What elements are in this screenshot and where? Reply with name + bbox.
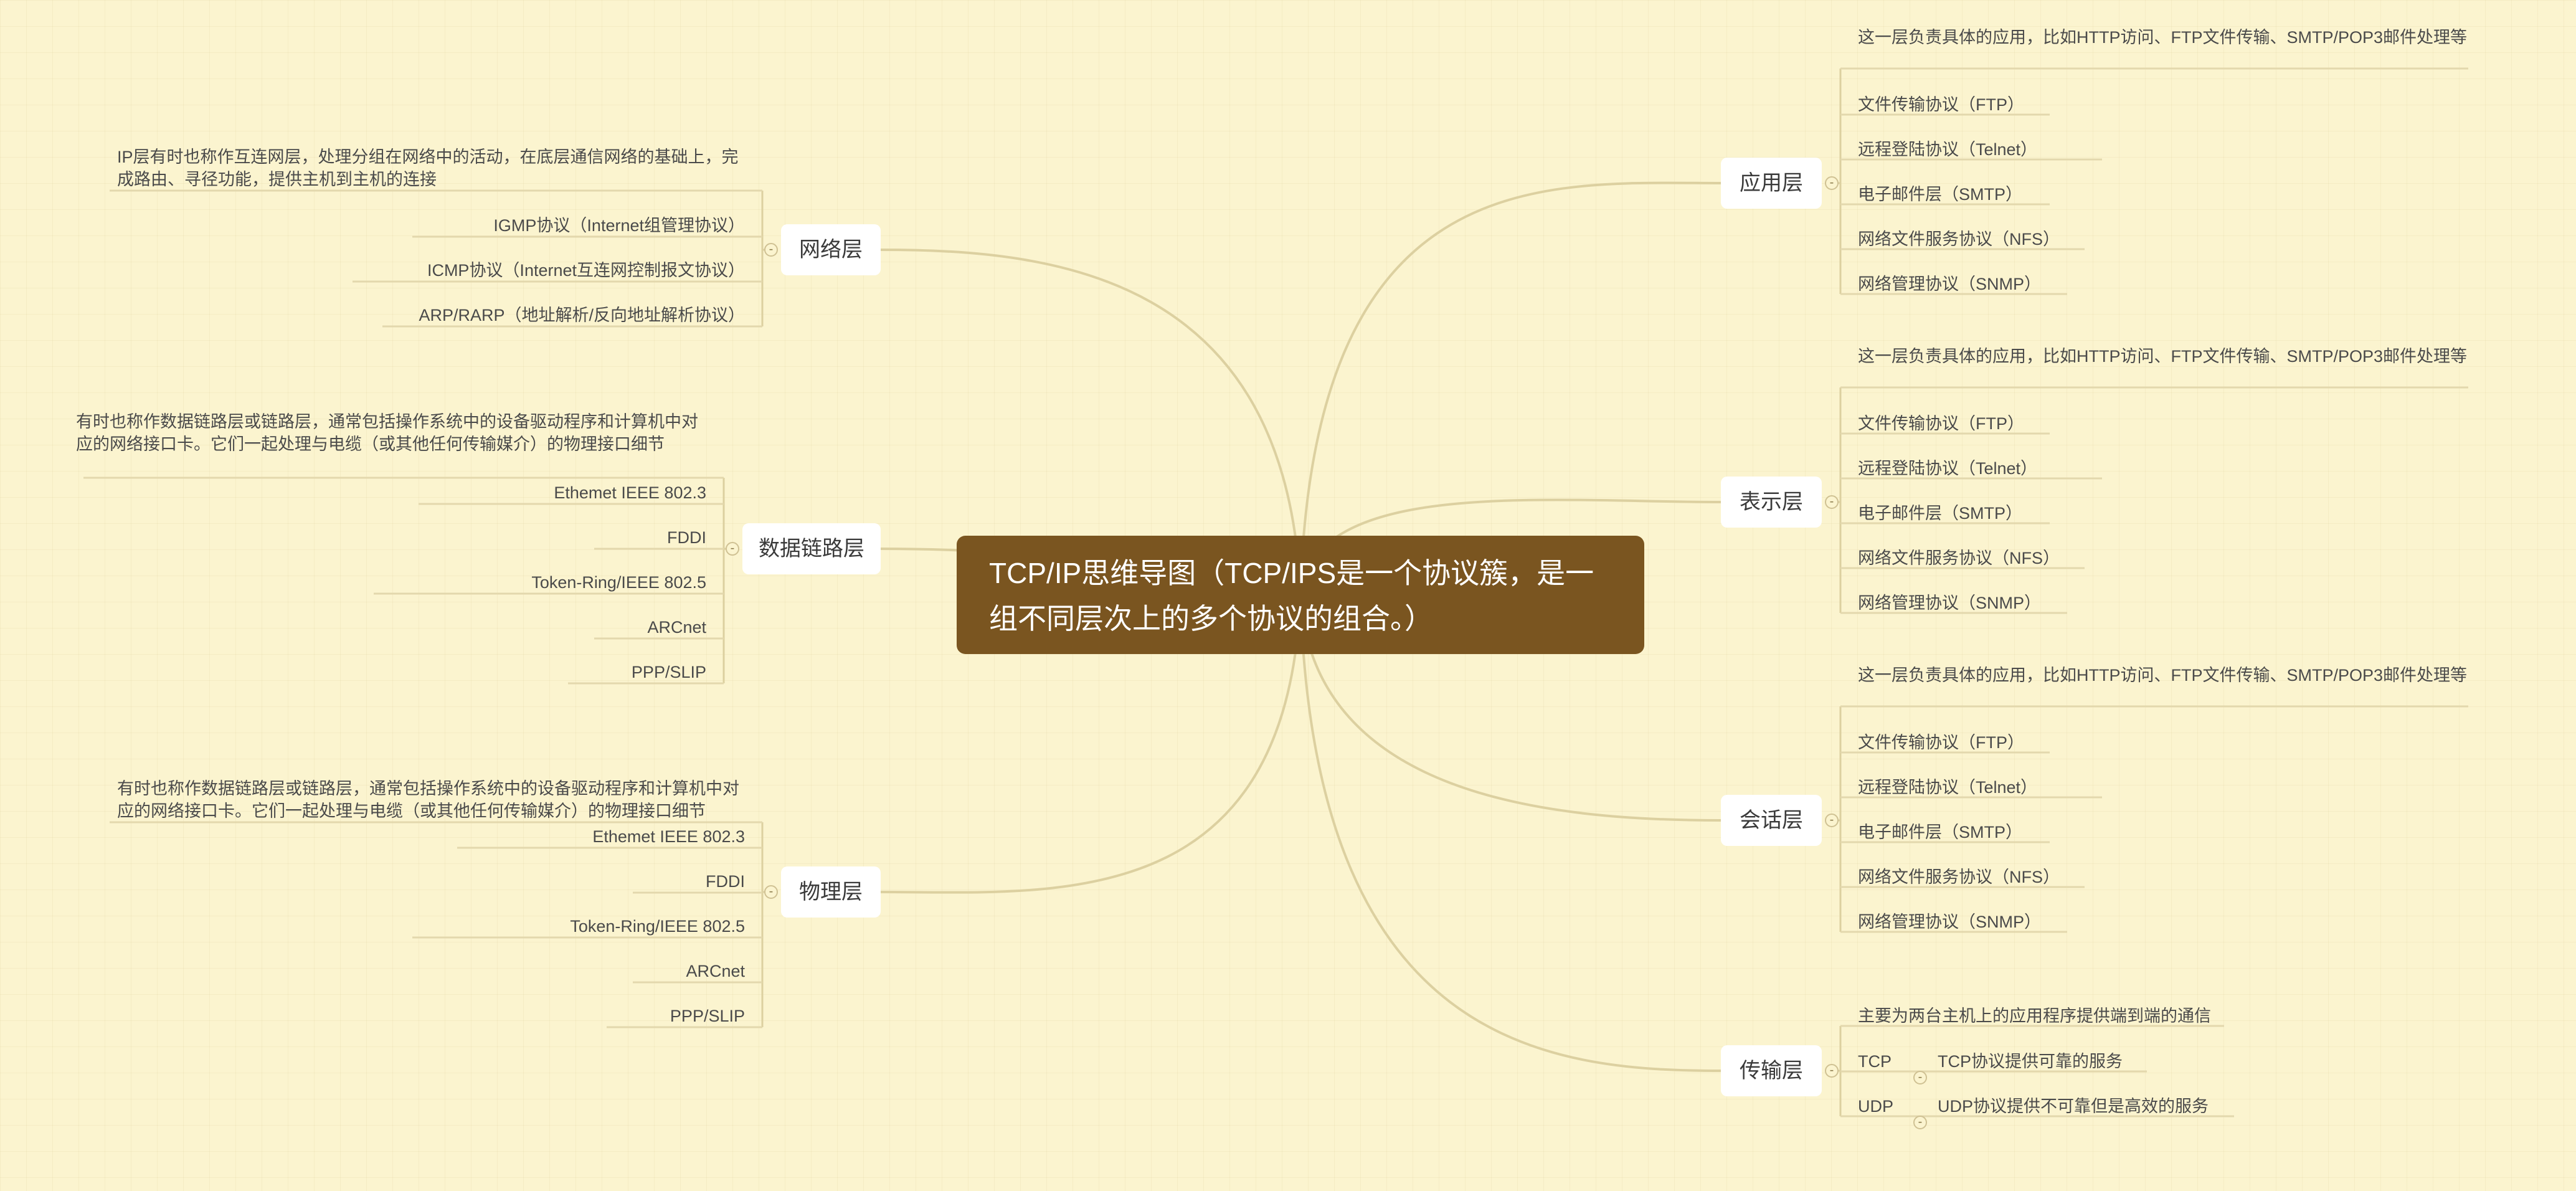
sub-leaf-item[interactable]: TCP协议提供可靠的服务 xyxy=(1938,1050,2123,1073)
collapse-toggle[interactable]: - xyxy=(1825,495,1839,509)
leaf-item[interactable]: 远程登陆协议（Telnet） xyxy=(1858,776,2102,799)
leaf-item[interactable]: 这一层负责具体的应用，比如HTTP访问、FTP文件传输、SMTP/POP3邮件处… xyxy=(1858,26,2474,49)
branch-connector xyxy=(1299,594,1721,1072)
leaf-item[interactable]: ARP/RARP（地址解析/反向地址解析协议） xyxy=(401,304,745,326)
leaf-item[interactable]: Token-Ring/IEEE 802.5 xyxy=(392,571,706,594)
collapse-toggle[interactable]: - xyxy=(1913,1071,1927,1084)
topic-1[interactable]: 应用层 xyxy=(1721,158,1822,209)
topic-left-1[interactable]: 网络层 xyxy=(781,224,881,275)
leaf-description[interactable]: IP层有时也称作互连网层，处理分组在网络中的活动，在底层通信网络的基础上，完成路… xyxy=(117,146,740,191)
leaf-item[interactable]: PPP/SLIP xyxy=(625,1005,745,1027)
leaf-item[interactable]: FDDI xyxy=(613,526,706,549)
topic-2[interactable]: 表示层 xyxy=(1721,477,1822,528)
leaf-item[interactable]: PPP/SLIP xyxy=(587,661,706,683)
leaf-item[interactable]: ICMP协议（Internet互连网控制报文协议） xyxy=(371,259,745,282)
leaf-item[interactable]: 这一层负责具体的应用，比如HTTP访问、FTP文件传输、SMTP/POP3邮件处… xyxy=(1858,345,2474,368)
branch-connector xyxy=(1299,181,1721,596)
leaf-item[interactable]: 文件传输协议（FTP） xyxy=(1858,93,2050,116)
collapse-toggle[interactable]: - xyxy=(764,885,778,899)
leaf-item[interactable]: 网络管理协议（SNMP） xyxy=(1858,273,2067,295)
leaf-item[interactable]: 远程登陆协议（Telnet） xyxy=(1858,138,2102,161)
leaf-item[interactable]: ARCnet xyxy=(651,960,745,982)
topic-4[interactable]: 传输层 xyxy=(1721,1045,1822,1096)
leaf-item[interactable]: 主要为两台主机上的应用程序提供端到端的通信 xyxy=(1858,1005,2224,1027)
sub-leaf-item[interactable]: UDP协议提供不可靠但是高效的服务 xyxy=(1938,1095,2209,1117)
leaf-item[interactable]: 远程登陆协议（Telnet） xyxy=(1858,457,2102,480)
leaf-item[interactable]: 网络管理协议（SNMP） xyxy=(1858,911,2067,933)
leaf-item[interactable]: Ethemet IEEE 802.3 xyxy=(476,825,745,848)
central-topic[interactable]: TCP/IP思维导图（TCP/IPS是一个协议簇，是一组不同层次上的多个协议的组… xyxy=(957,536,1644,654)
collapse-toggle[interactable]: - xyxy=(1825,1064,1839,1078)
leaf-item[interactable]: 文件传输协议（FTP） xyxy=(1858,412,2050,435)
leaf-item[interactable]: 网络管理协议（SNMP） xyxy=(1858,592,2067,614)
leaf-item[interactable]: FDDI xyxy=(651,870,745,893)
leaf-description[interactable]: 有时也称作数据链路层或链路层，通常包括操作系统中的设备驱动程序和计算机中对应的网… xyxy=(76,410,699,455)
topic-3[interactable]: 会话层 xyxy=(1721,795,1822,846)
leaf-item[interactable]: 网络文件服务协议（NFS） xyxy=(1858,228,2085,250)
leaf-item[interactable]: 这一层负责具体的应用，比如HTTP访问、FTP文件传输、SMTP/POP3邮件处… xyxy=(1858,664,2474,686)
leaf-item[interactable]: 电子邮件层（SMTP） xyxy=(1858,821,2050,843)
leaf-item[interactable]: 电子邮件层（SMTP） xyxy=(1858,502,2050,524)
topic-left-2[interactable]: 数据链路层 xyxy=(742,523,881,574)
leaf-item[interactable]: 网络文件服务协议（NFS） xyxy=(1858,866,2085,888)
leaf-item[interactable]: 文件传输协议（FTP） xyxy=(1858,731,2050,754)
leaf-item[interactable]: Token-Ring/IEEE 802.5 xyxy=(431,915,745,937)
leaf-item[interactable]: IGMP协议（Internet组管理协议） xyxy=(431,214,745,237)
collapse-toggle[interactable]: - xyxy=(1913,1116,1927,1129)
leaf-item[interactable]: Ethemet IEEE 802.3 xyxy=(437,482,706,504)
mind-map-canvas: TCP/IP思维导图（TCP/IPS是一个协议簇，是一组不同层次上的多个协议的组… xyxy=(0,0,2576,1191)
leaf-item[interactable]: 网络文件服务协议（NFS） xyxy=(1858,547,2085,569)
leaf-description[interactable]: 有时也称作数据链路层或链路层，通常包括操作系统中的设备驱动程序和计算机中对应的网… xyxy=(117,777,740,822)
collapse-toggle[interactable]: - xyxy=(1825,176,1839,190)
leaf-item[interactable]: ARCnet xyxy=(613,616,706,638)
collapse-toggle[interactable]: - xyxy=(726,542,739,556)
leaf-item[interactable]: 电子邮件层（SMTP） xyxy=(1858,183,2050,206)
collapse-toggle[interactable]: - xyxy=(1825,814,1839,827)
collapse-toggle[interactable]: - xyxy=(764,243,778,257)
topic-left-3[interactable]: 物理层 xyxy=(781,866,881,918)
